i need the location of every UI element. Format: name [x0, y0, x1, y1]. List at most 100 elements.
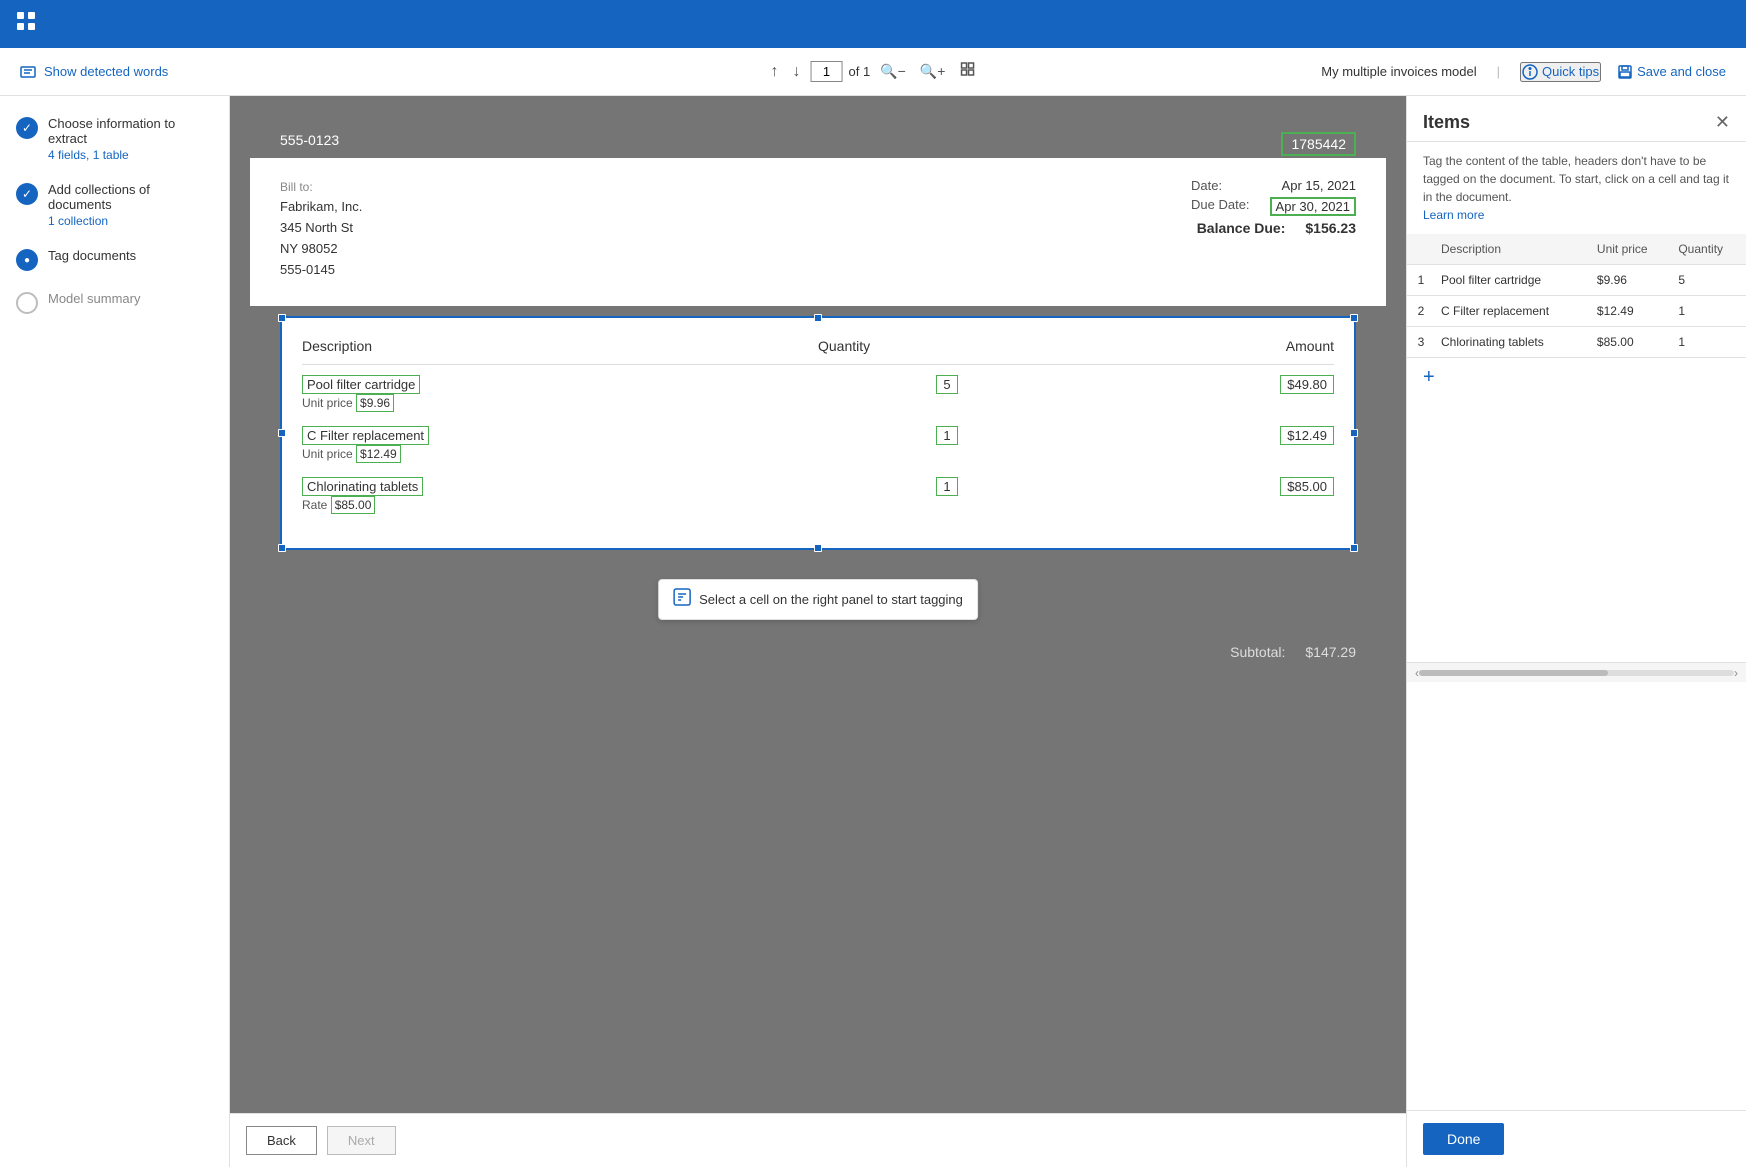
- sidebar-step-tag-documents[interactable]: ● Tag documents: [16, 248, 213, 271]
- page-down-btn[interactable]: ↓: [789, 61, 805, 83]
- row-unit-price-3[interactable]: $85.00: [1591, 327, 1672, 358]
- main-layout: ✓ Choose information to extract 4 fields…: [0, 96, 1746, 1167]
- save-and-close-btn[interactable]: Save and close: [1617, 64, 1726, 80]
- due-date-value: Apr 30, 2021: [1270, 197, 1356, 216]
- show-detected-words-btn[interactable]: Show detected words: [20, 64, 168, 80]
- col-desc-header: Description: [1435, 234, 1591, 265]
- save-close-label: Save and close: [1637, 64, 1726, 79]
- panel-description: Tag the content of the table, headers do…: [1407, 142, 1746, 234]
- bill-company: Fabrikam, Inc.: [280, 197, 362, 218]
- quick-tips-btn[interactable]: Quick tips: [1520, 62, 1601, 82]
- table-row[interactable]: 1 Pool filter cartridge $9.96 5: [1407, 265, 1746, 296]
- zoom-in-btn[interactable]: 🔍+: [916, 61, 950, 82]
- resize-handle-lm[interactable]: [278, 429, 286, 437]
- qty-value-1[interactable]: 5: [936, 375, 957, 394]
- unit-price-1[interactable]: $9.96: [356, 394, 394, 412]
- unit-price-2[interactable]: $12.49: [356, 445, 401, 463]
- row-qty-1[interactable]: 5: [1672, 265, 1746, 296]
- resize-handle-tl[interactable]: [278, 314, 286, 322]
- page-up-btn[interactable]: ↑: [767, 61, 783, 83]
- date-row: Date: Apr 15, 2021: [1191, 178, 1356, 193]
- row-num-2: 2: [1407, 296, 1435, 327]
- panel-footer: Done: [1407, 1110, 1746, 1167]
- bill-address2: NY 98052: [280, 239, 362, 260]
- table-row[interactable]: 3 Chlorinating tablets $85.00 1: [1407, 327, 1746, 358]
- qty-value-2[interactable]: 1: [936, 426, 957, 445]
- balance-row: Balance Due: $156.23: [1191, 220, 1356, 236]
- row-desc-2[interactable]: C Filter replacement: [1435, 296, 1591, 327]
- resize-handle-rm[interactable]: [1350, 429, 1358, 437]
- step-icon-tag-documents: ●: [16, 249, 38, 271]
- subtotal-row: Subtotal: $147.29: [1230, 644, 1356, 660]
- table-row: Chlorinating tablets Rate $85.00 1 $85.0…: [302, 477, 1334, 512]
- bottom-nav: Back Next: [230, 1113, 1406, 1167]
- add-row-btn[interactable]: +: [1407, 358, 1451, 397]
- item-name-1[interactable]: Pool filter cartridge: [302, 375, 420, 394]
- page-total: of 1: [849, 64, 871, 79]
- table-header-row: Description Quantity Amount: [302, 338, 1334, 365]
- invoice-table-container: Description Quantity Amount Pool filter …: [280, 316, 1356, 550]
- bill-to-label: Bill to:: [280, 178, 362, 197]
- table-row: Pool filter cartridge Unit price $9.96 5…: [302, 375, 1334, 410]
- qty-value-3[interactable]: 1: [936, 477, 957, 496]
- resize-handle-tr[interactable]: [1350, 314, 1358, 322]
- tooltip-icon: [673, 588, 691, 611]
- bill-to: Bill to: Fabrikam, Inc. 345 North St NY …: [280, 178, 362, 280]
- done-button[interactable]: Done: [1423, 1123, 1504, 1155]
- amount-value-3[interactable]: $85.00: [1280, 477, 1334, 496]
- col-quantity-header: Quantity: [1672, 234, 1746, 265]
- learn-more-link[interactable]: Learn more: [1423, 208, 1484, 222]
- step-icon-model-summary: [16, 292, 38, 314]
- resize-handle-bm[interactable]: [814, 544, 822, 552]
- scroll-track[interactable]: [1419, 670, 1734, 676]
- resize-handle-tm[interactable]: [814, 314, 822, 322]
- apps-icon[interactable]: [16, 11, 36, 37]
- item-name-3[interactable]: Chlorinating tablets: [302, 477, 423, 496]
- step-title-add-collections: Add collections of documents: [48, 182, 213, 212]
- bill-phone: 555-0145: [280, 260, 362, 281]
- row-desc-1[interactable]: Pool filter cartridge: [1435, 265, 1591, 296]
- next-button[interactable]: Next: [327, 1126, 396, 1155]
- row-unit-price-2[interactable]: $12.49: [1591, 296, 1672, 327]
- document-area: 555-0123 1785442 Bill to: Fabrikam, Inc.…: [230, 96, 1406, 1167]
- item-qty-3: 1: [818, 477, 1076, 512]
- resize-handle-bl[interactable]: [278, 544, 286, 552]
- sidebar-step-choose-info[interactable]: ✓ Choose information to extract 4 fields…: [16, 116, 213, 162]
- sidebar-step-model-summary[interactable]: Model summary: [16, 291, 213, 314]
- step-title-choose-info: Choose information to extract: [48, 116, 213, 146]
- panel-close-btn[interactable]: ✕: [1715, 112, 1730, 133]
- doc-footer-grey: Select a cell on the right panel to star…: [250, 560, 1386, 680]
- row-desc-3[interactable]: Chlorinating tablets: [1435, 327, 1591, 358]
- row-qty-2[interactable]: 1: [1672, 296, 1746, 327]
- amount-value-2[interactable]: $12.49: [1280, 426, 1334, 445]
- table-header-row: Description Unit price Quantity: [1407, 234, 1746, 265]
- scroll-right-btn[interactable]: ›: [1734, 666, 1738, 680]
- panel-scroll-area: ‹ ›: [1407, 662, 1746, 682]
- back-button[interactable]: Back: [246, 1126, 317, 1155]
- step-title-model-summary: Model summary: [48, 291, 140, 306]
- due-date-label: Due Date:: [1191, 197, 1250, 216]
- table-row[interactable]: 2 C Filter replacement $12.49 1: [1407, 296, 1746, 327]
- row-num-1: 1: [1407, 265, 1435, 296]
- secondary-bar: Show detected words ↑ ↓ of 1 🔍− 🔍+ My mu…: [0, 48, 1746, 96]
- item-amount-1: $49.80: [1076, 375, 1334, 410]
- date-label: Date:: [1191, 178, 1222, 193]
- resize-handle-br[interactable]: [1350, 544, 1358, 552]
- item-name-2[interactable]: C Filter replacement: [302, 426, 429, 445]
- row-qty-3[interactable]: 1: [1672, 327, 1746, 358]
- subtotal-label: Subtotal:: [1230, 644, 1285, 660]
- date-value: Apr 15, 2021: [1282, 178, 1356, 193]
- row-unit-price-1[interactable]: $9.96: [1591, 265, 1672, 296]
- tooltip-bar: Select a cell on the right panel to star…: [658, 579, 978, 620]
- amount-value-1[interactable]: $49.80: [1280, 375, 1334, 394]
- unit-price-label-3: Rate: [302, 498, 327, 512]
- sidebar-step-add-collections[interactable]: ✓ Add collections of documents 1 collect…: [16, 182, 213, 228]
- fit-page-btn[interactable]: [955, 59, 979, 84]
- invoice-phone: 555-0123: [280, 132, 1356, 148]
- zoom-out-btn[interactable]: 🔍−: [876, 61, 910, 82]
- unit-price-3[interactable]: $85.00: [331, 496, 376, 514]
- bill-date-section: Bill to: Fabrikam, Inc. 345 North St NY …: [280, 178, 1356, 280]
- panel-desc-text: Tag the content of the table, headers do…: [1423, 154, 1729, 204]
- col-quantity: Quantity: [818, 338, 1076, 354]
- page-number-input[interactable]: [811, 61, 843, 82]
